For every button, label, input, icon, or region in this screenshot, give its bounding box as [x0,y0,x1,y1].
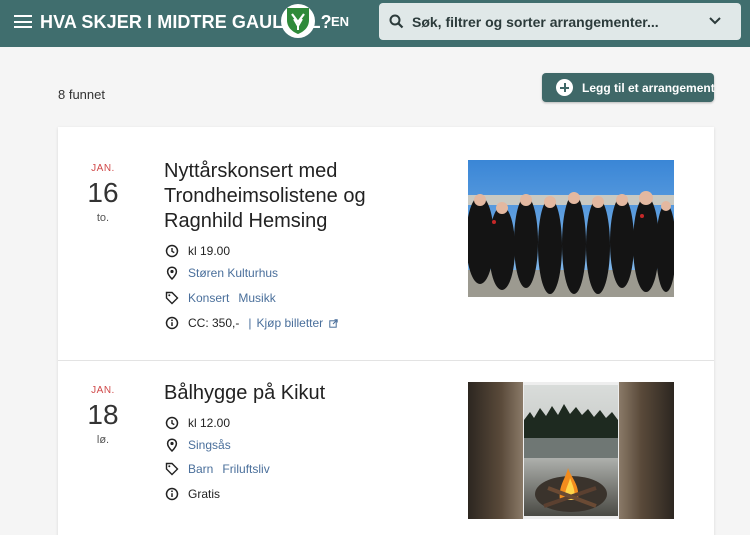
add-circle-icon [556,79,573,96]
clock-icon [165,244,179,258]
search-bar[interactable] [379,3,741,40]
event-time: kl 19.00 [165,244,230,258]
menu-icon[interactable] [14,15,32,31]
event-tag[interactable]: Barn [188,462,213,476]
event-time-text: kl 12.00 [188,416,231,430]
event-weekday: to. [96,212,110,224]
municipality-logo[interactable] [281,4,315,38]
add-event-button[interactable]: Legg til et arrangement [542,73,715,102]
search-icon [389,14,404,29]
event-location: Singsås [165,438,231,452]
search-input[interactable] [412,11,702,33]
event-tag[interactable]: Friluftsliv [222,462,269,476]
event-item[interactable]: JAN. 18 lø. Bålhygge på Kikut kl 12.00 S… [58,361,714,535]
event-tags: Barn Friluftsliv [165,462,279,476]
event-day: 16 [87,177,119,208]
event-day: 18 [87,399,119,430]
event-month: JAN. [91,385,115,396]
language-toggle[interactable]: EN [331,14,349,29]
chevron-down-icon[interactable] [709,17,721,25]
event-title[interactable]: Bålhygge på Kikut [164,381,424,406]
event-tag[interactable]: Musikk [238,291,275,305]
info-icon [165,316,179,330]
event-price-text: CC: 350,- [188,316,240,330]
event-item[interactable]: JAN. 16 to. Nyttårskonsert med Trondheim… [58,127,714,360]
event-time-text: kl 19.00 [188,244,231,258]
campfire-photo [468,382,674,519]
external-link-icon[interactable] [329,318,338,328]
shield-logo-icon [287,8,309,34]
add-event-label: Legg til et arrangement [582,81,715,95]
event-location: Støren Kulturhus [165,266,278,280]
clock-icon [165,416,179,430]
event-price: Gratis [165,487,220,501]
event-month: JAN. [91,163,115,174]
event-title[interactable]: Nyttårskonsert med Trondheimsolistene og… [164,159,424,234]
tag-icon [165,462,179,476]
event-date: JAN. 18 lø. [78,385,128,446]
event-tags: Konsert Musikk [165,291,285,305]
event-weekday: lø. [96,434,110,446]
event-image[interactable] [468,160,674,297]
top-app-bar: HVA SKJER I MIDTRE GAULDAL? EN [0,0,750,47]
event-location-link[interactable]: Støren Kulturhus [188,266,278,280]
event-image[interactable] [468,382,674,519]
location-pin-icon [166,438,178,452]
concert-photo [468,160,674,297]
separator: | [248,316,252,330]
info-icon [165,487,179,501]
event-tag[interactable]: Konsert [188,291,229,305]
event-price-text: Gratis [188,487,221,501]
event-price: CC: 350,- | Kjøp billetter [165,316,338,330]
event-list-card: JAN. 16 to. Nyttårskonsert med Trondheim… [58,127,714,535]
event-time: kl 12.00 [165,416,230,430]
event-date: JAN. 16 to. [78,163,128,224]
result-count: 8 funnet [58,87,105,102]
location-pin-icon [166,266,178,280]
event-location-link[interactable]: Singsås [188,438,231,452]
tag-icon [165,291,179,305]
buy-tickets-link[interactable]: Kjøp billetter [256,316,323,330]
